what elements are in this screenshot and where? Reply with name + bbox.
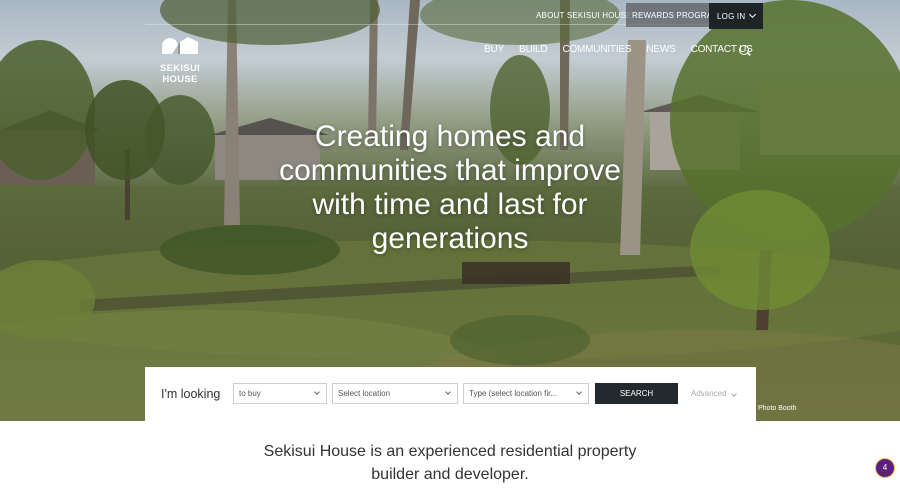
logo-mark-icon xyxy=(162,37,198,54)
location-select-value: Select location xyxy=(338,389,391,398)
chevron-down-icon xyxy=(445,389,451,395)
type-select[interactable]: Type (select location fir... xyxy=(463,383,589,404)
chevron-down-icon xyxy=(314,389,320,395)
login-button[interactable]: LOG IN xyxy=(709,3,764,29)
login-label: LOG IN xyxy=(717,11,746,21)
buy-rent-select[interactable]: to buy xyxy=(233,383,327,404)
nav-build[interactable]: BUILD xyxy=(519,44,548,55)
main-nav: BUY BUILD COMMUNITIES NEWS CONTACT US xyxy=(484,44,768,55)
type-select-value: Type (select location fir... xyxy=(469,389,558,398)
chevron-down-icon xyxy=(730,391,737,397)
about-label: ABOUT SEKISUI HOUSE xyxy=(536,10,632,20)
property-search-bar: I'm looking to buy Select location Type … xyxy=(145,367,756,421)
rewards-label: REWARDS PROGRAM xyxy=(632,10,720,20)
sekisui-house-logo[interactable]: SEKISUI HOUSE xyxy=(145,36,215,85)
photo-credit: Photo Booth xyxy=(758,405,797,412)
hero-headline: Creating homes and communities that impr… xyxy=(279,120,621,255)
notification-badge[interactable]: 4 xyxy=(875,458,895,478)
advanced-search-toggle[interactable]: Advanced xyxy=(691,389,737,398)
chevron-down-icon xyxy=(576,389,582,395)
nav-news[interactable]: NEWS xyxy=(646,44,675,55)
nav-communities[interactable]: COMMUNITIES xyxy=(562,44,631,55)
location-select[interactable]: Select location xyxy=(332,383,458,404)
hero-section: ABOUT SEKISUI HOUSE REWARDS PROGRAM LOG … xyxy=(0,0,900,421)
advanced-label: Advanced xyxy=(691,389,727,398)
intro-text: Sekisui House is an experienced resident… xyxy=(263,443,637,483)
buy-select-value: to buy xyxy=(239,389,261,398)
search-icon[interactable] xyxy=(739,45,749,55)
search-label: I'm looking xyxy=(161,387,221,401)
chevron-down-icon xyxy=(749,10,757,19)
logo-text: SEKISUI HOUSE xyxy=(159,63,201,85)
search-button[interactable]: SEARCH xyxy=(595,383,678,404)
nav-buy[interactable]: BUY xyxy=(484,44,504,55)
